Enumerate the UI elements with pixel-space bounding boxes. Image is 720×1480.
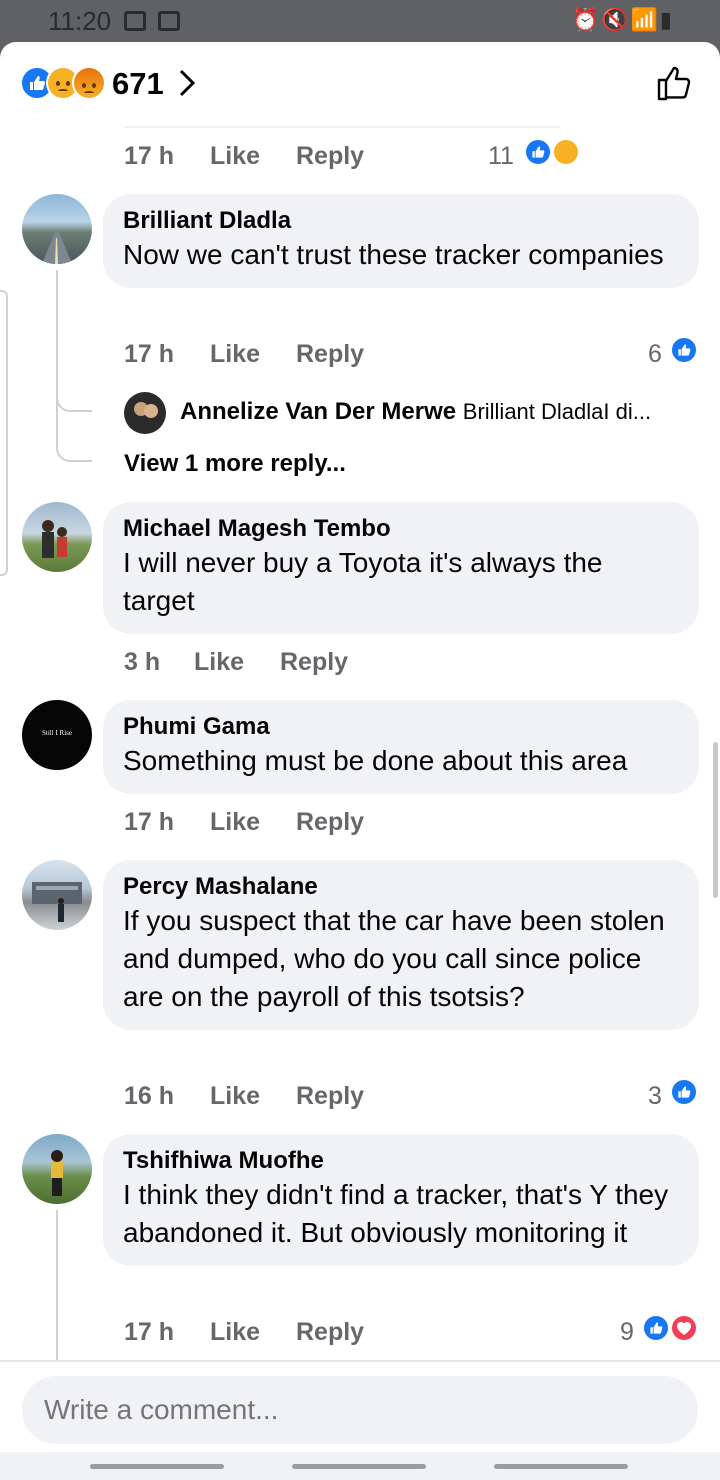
status-icons: ⏰🔇📶▮: [571, 7, 674, 32]
comment-text: Now we can't trust these tracker compani…: [123, 239, 664, 270]
reply-button[interactable]: Reply: [296, 142, 364, 171]
reaction-total[interactable]: 11: [488, 142, 514, 171]
thread-edge: [0, 290, 8, 576]
avatar[interactable]: [22, 502, 92, 572]
like-reaction-icon: [642, 1314, 670, 1342]
comment-bubble[interactable]: Michael Magesh Tembo I will never buy a …: [103, 502, 699, 634]
comment-input[interactable]: [22, 1376, 698, 1444]
bubble-edge: [124, 126, 560, 128]
nav-recent-button[interactable]: [90, 1464, 224, 1469]
comment-bubble[interactable]: Percy Mashalane If you suspect that the …: [103, 860, 699, 1030]
comment-time: 17 h: [124, 808, 175, 836]
comment-bubble[interactable]: Phumi Gama Something must be done about …: [103, 700, 699, 794]
thread-line: [56, 1210, 58, 1360]
love-reaction-icon: [670, 1314, 698, 1342]
chevron-right-icon[interactable]: [176, 68, 198, 98]
comment-text: Something must be done about this area: [123, 745, 628, 776]
nav-back-button[interactable]: [494, 1464, 628, 1469]
like-button[interactable]: Like: [210, 1082, 260, 1111]
comment-text: I will never buy a Toyota it's always th…: [123, 547, 603, 616]
reaction-total[interactable]: 9: [620, 1318, 634, 1347]
like-button[interactable]: Like: [210, 808, 260, 837]
status-bar: 11:20 ⏰🔇📶▮: [0, 0, 720, 42]
comment-text: If you suspect that the car have been st…: [123, 905, 665, 1012]
comment-author[interactable]: Tshifhiwa Muofhe: [123, 1146, 679, 1176]
nested-reply-text: Annelize Van Der Merwe Brilliant DladlaI…: [180, 398, 700, 426]
view-more-replies-link[interactable]: View 1 more reply...: [124, 450, 346, 478]
reply-author[interactable]: Annelize Van Der Merwe: [180, 398, 456, 425]
comment-text: I think they didn't find a tracker, that…: [123, 1179, 669, 1248]
like-button[interactable]: Like: [210, 142, 260, 171]
nav-home-button[interactable]: [292, 1464, 426, 1469]
reply-button[interactable]: Reply: [296, 340, 364, 369]
comment-bubble[interactable]: Brilliant Dladla Now we can't trust thes…: [103, 194, 699, 288]
comment-author[interactable]: Brilliant Dladla: [123, 206, 679, 236]
avatar[interactable]: [22, 1134, 92, 1204]
like-button[interactable]: Like: [210, 1318, 260, 1347]
reply-snippet: Brilliant DladlaI di...: [462, 399, 652, 424]
thread-branch: [56, 408, 92, 462]
reply-button[interactable]: Reply: [296, 1082, 364, 1111]
avatar[interactable]: [22, 860, 92, 930]
reaction-total[interactable]: 6: [648, 340, 662, 369]
system-nav-bar: [0, 1452, 720, 1480]
scrollbar[interactable]: [713, 742, 718, 898]
comment-bubble[interactable]: Tshifhiwa Muofhe I think they didn't fin…: [103, 1134, 699, 1266]
avatar[interactable]: [124, 392, 166, 434]
reply-button[interactable]: Reply: [296, 808, 364, 837]
avatar-label: Still I Rise: [42, 729, 72, 737]
like-outline-icon[interactable]: [656, 64, 694, 102]
status-time: 11:20: [48, 6, 112, 36]
avatar[interactable]: Still I Rise: [22, 700, 92, 770]
like-reaction-icon: [524, 138, 552, 166]
comment-author[interactable]: Phumi Gama: [123, 712, 679, 742]
comment-time: 16 h: [124, 1082, 175, 1110]
comment-author[interactable]: Percy Mashalane: [123, 872, 679, 902]
reply-button[interactable]: Reply: [296, 1318, 364, 1347]
care-reaction-icon: [552, 138, 580, 166]
comment-time: 17 h: [124, 340, 175, 368]
reaction-total[interactable]: 3: [648, 1082, 662, 1111]
comment-time: 17 h: [124, 142, 175, 170]
like-button[interactable]: Like: [194, 648, 244, 677]
comment-time: 17 h: [124, 1318, 175, 1346]
angry-reaction-icon: [72, 66, 106, 100]
like-reaction-icon: [670, 336, 698, 364]
reactions-header: 671: [0, 42, 720, 126]
comments-sheet: 671 17 h Like Reply 11 Brilliant Dladla …: [0, 42, 720, 1480]
avatar[interactable]: [22, 194, 92, 264]
screen-icon: [158, 11, 180, 31]
comment-time: 3 h: [124, 648, 161, 676]
like-button[interactable]: Like: [210, 340, 260, 369]
comment-author[interactable]: Michael Magesh Tembo: [123, 514, 679, 544]
reply-button[interactable]: Reply: [280, 648, 348, 677]
gallery-icon: [124, 11, 146, 31]
like-reaction-icon: [670, 1078, 698, 1106]
reaction-count[interactable]: 671: [112, 66, 164, 102]
